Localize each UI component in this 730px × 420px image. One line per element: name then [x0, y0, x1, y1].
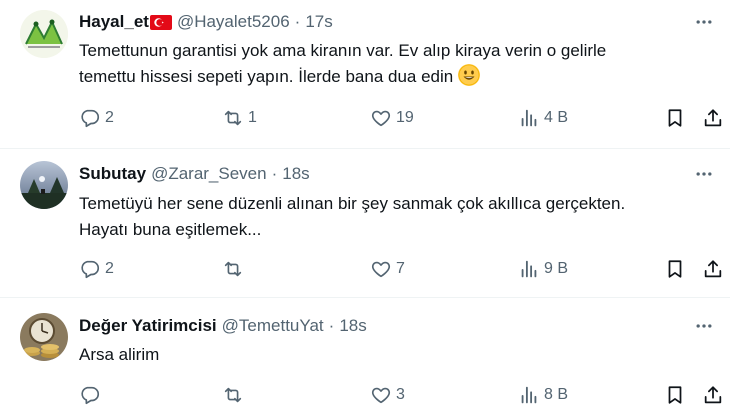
- more-icon[interactable]: [692, 314, 716, 338]
- tweet-3[interactable]: Değer Yatirimcisi @TemettuYat · 18s Arsa…: [0, 298, 730, 420]
- tweet-text: Temetüyü her sene düzenli alınan bir şey…: [79, 191, 625, 243]
- action-bar: 2 7 9 B: [0, 254, 730, 284]
- more-icon[interactable]: [692, 162, 716, 186]
- like-count: 3: [396, 386, 405, 403]
- repost-button[interactable]: [222, 254, 248, 284]
- share-icon: [704, 260, 722, 278]
- timestamp[interactable]: 17s: [305, 12, 332, 32]
- tweet-header: Hayal_et @Hayalet5206 · 17s: [79, 10, 333, 34]
- turkey-flag-icon: [149, 14, 172, 30]
- like-count: 7: [396, 260, 405, 277]
- repost-icon: [224, 387, 242, 403]
- avatar-subutay[interactable]: [20, 161, 68, 209]
- tweet-1[interactable]: Hayal_et @Hayalet5206 · 17s Temettunun g…: [0, 0, 730, 148]
- avatar-hayal-et[interactable]: [20, 10, 68, 58]
- tweet-text: Temettunun garantisi yok ama kiranın var…: [79, 38, 606, 90]
- view-count: 8 B: [544, 386, 569, 403]
- tweet-2[interactable]: Subutay @Zarar_Seven · 18s Temetüyü her …: [0, 149, 730, 297]
- user-handle[interactable]: @TemettuYat: [222, 316, 324, 336]
- tweet-text-line: temettu hissesi sepeti yapın. İlerde ban…: [79, 67, 454, 86]
- user-handle[interactable]: @Hayalet5206: [177, 12, 290, 32]
- heart-icon: [371, 387, 391, 404]
- action-bar: 2 1 19 4 B: [0, 103, 730, 133]
- views-button[interactable]: 4 B: [518, 103, 568, 133]
- action-bar: 3 8 B: [0, 380, 730, 410]
- reply-icon: [81, 260, 100, 279]
- view-count: 4 B: [544, 109, 569, 126]
- separator-dot: ·: [328, 316, 335, 335]
- tweet-text-line-wrap: temettu hissesi sepeti yapın. İlerde ban…: [79, 64, 606, 90]
- avatar-deger-yatirimcisi[interactable]: [20, 313, 68, 361]
- share-icon: [704, 109, 722, 127]
- heart-icon: [371, 261, 391, 278]
- tweet-header: Subutay @Zarar_Seven · 18s: [79, 162, 310, 186]
- like-count: 19: [396, 109, 414, 126]
- timestamp[interactable]: 18s: [282, 164, 309, 184]
- reply-count: 2: [105, 109, 114, 126]
- reply-button[interactable]: [79, 380, 105, 410]
- bookmark-button[interactable]: [664, 103, 686, 133]
- share-button[interactable]: [702, 103, 724, 133]
- tweet-text-line: Arsa alirim: [79, 345, 160, 364]
- like-button[interactable]: 19: [370, 103, 414, 133]
- more-icon[interactable]: [692, 10, 716, 34]
- view-count: 9 B: [544, 260, 569, 277]
- reply-button[interactable]: 2: [79, 103, 114, 133]
- share-button[interactable]: [702, 254, 724, 284]
- user-handle[interactable]: @Zarar_Seven: [151, 164, 267, 184]
- reply-icon: [81, 386, 100, 405]
- bookmark-button[interactable]: [664, 254, 686, 284]
- repost-icon: [224, 110, 242, 126]
- repost-button[interactable]: 1: [222, 103, 257, 133]
- repost-count: 1: [248, 109, 257, 126]
- tweet-text-line: Temetüyü her sene düzenli alınan bir şey…: [79, 194, 626, 213]
- reply-button[interactable]: 2: [79, 254, 114, 284]
- share-button[interactable]: [702, 380, 724, 410]
- timestamp[interactable]: 18s: [339, 316, 366, 336]
- reply-count: 2: [105, 260, 114, 277]
- separator-dot: ·: [294, 12, 301, 31]
- tweet-text-line: Temettunun garantisi yok ama kiranın var…: [79, 41, 607, 60]
- tweet-header: Değer Yatirimcisi @TemettuYat · 18s: [79, 314, 367, 338]
- analytics-icon: [521, 260, 537, 278]
- heart-icon: [371, 110, 391, 127]
- tweet-text-line: Hayatı buna eşitlemek...: [79, 220, 262, 239]
- like-button[interactable]: 7: [370, 254, 405, 284]
- analytics-icon: [521, 386, 537, 404]
- bookmark-icon: [668, 386, 682, 404]
- separator-dot: ·: [271, 164, 278, 183]
- display-name[interactable]: Değer Yatirimcisi: [79, 316, 217, 336]
- share-icon: [704, 386, 722, 404]
- tweet-text: Arsa alirim: [79, 342, 159, 368]
- views-button[interactable]: 9 B: [518, 254, 568, 284]
- bookmark-button[interactable]: [664, 380, 686, 410]
- display-name[interactable]: Hayal_et: [79, 12, 149, 32]
- repost-icon: [224, 261, 242, 277]
- views-button[interactable]: 8 B: [518, 380, 568, 410]
- repost-button[interactable]: [222, 380, 248, 410]
- smiley-emoji-icon: [457, 64, 480, 86]
- bookmark-icon: [668, 260, 682, 278]
- like-button[interactable]: 3: [370, 380, 405, 410]
- analytics-icon: [521, 109, 537, 127]
- reply-icon: [81, 109, 100, 128]
- display-name[interactable]: Subutay: [79, 164, 146, 184]
- bookmark-icon: [668, 109, 682, 127]
